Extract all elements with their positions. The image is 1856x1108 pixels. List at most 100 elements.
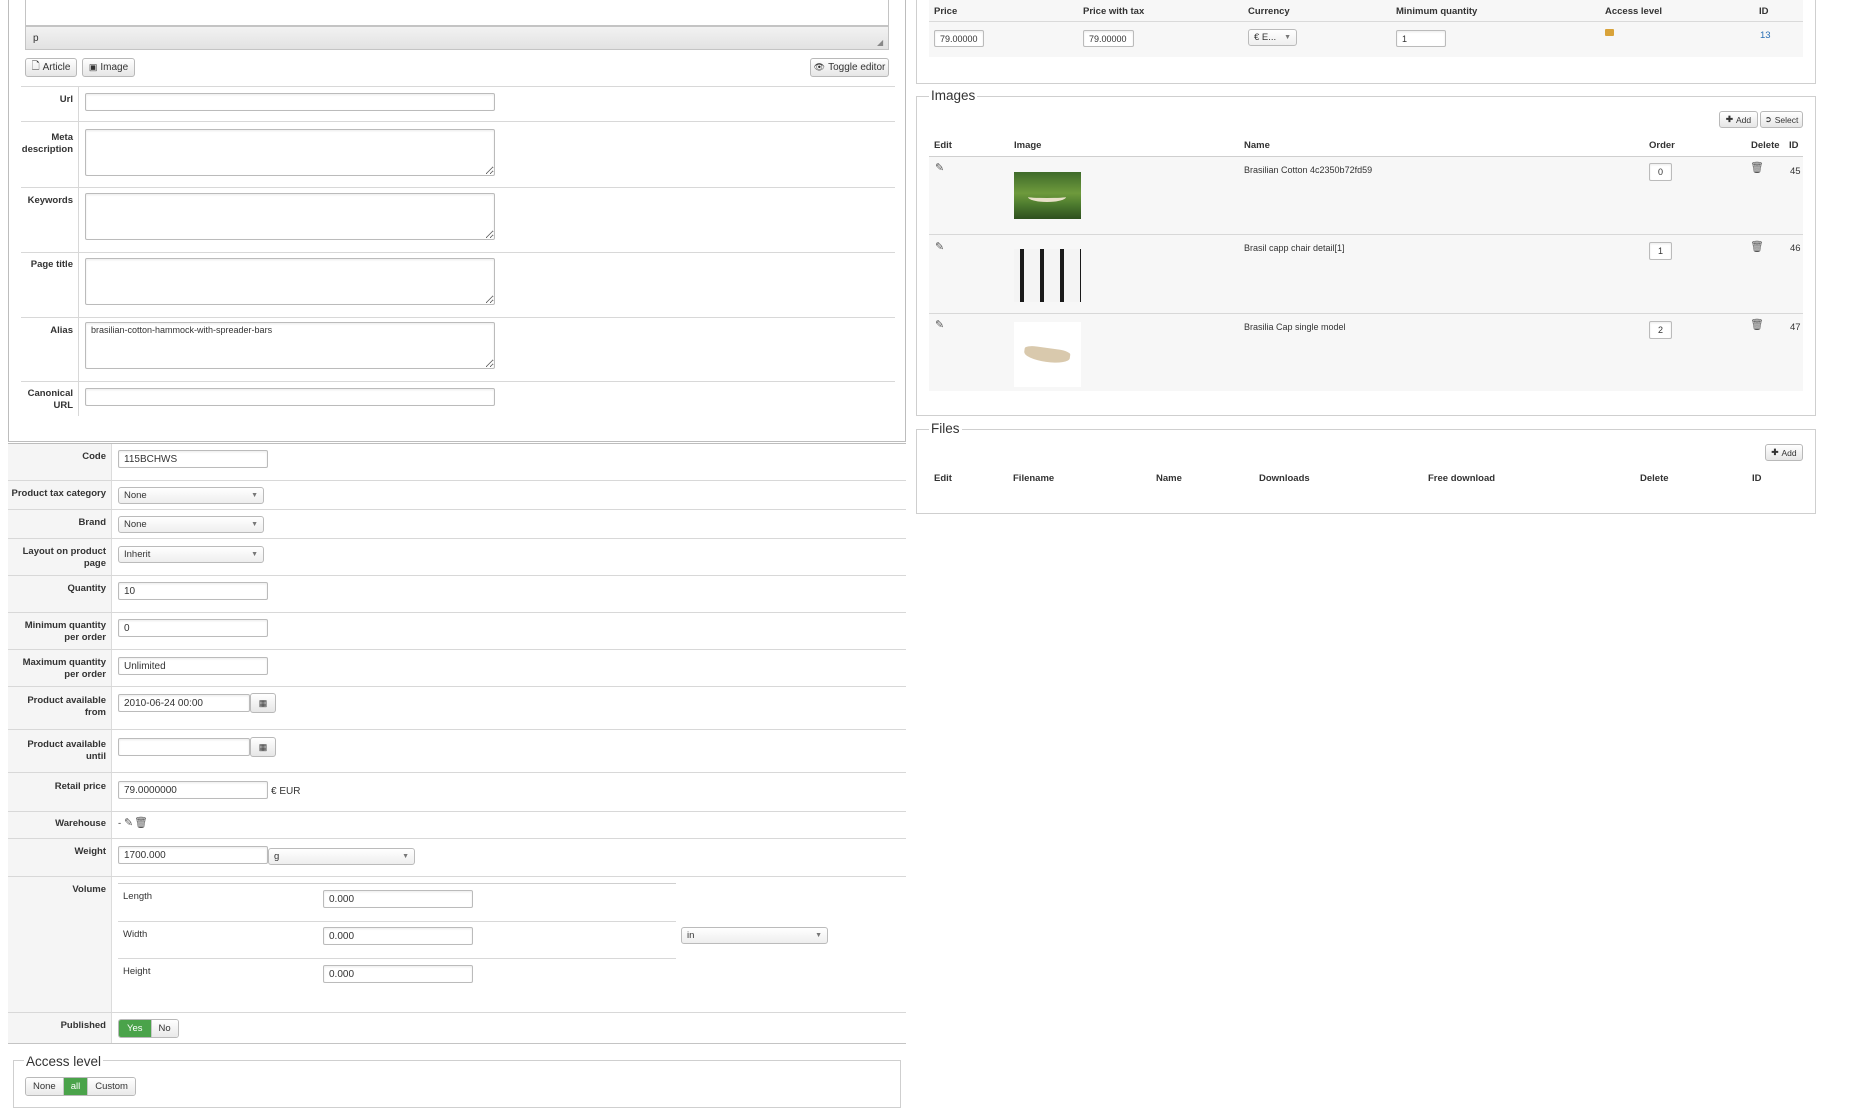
url-input[interactable] <box>85 93 495 111</box>
volume-unit-select[interactable]: in ▼ <box>681 927 828 944</box>
keywords-textarea[interactable] <box>85 193 495 240</box>
toggle-editor-button[interactable]: 👁 Toggle editor <box>810 58 889 77</box>
calendar-button[interactable]: ▦ <box>250 693 276 713</box>
quantity-label: Quantity <box>67 583 106 594</box>
image-name: Brasil capp chair detail[1] <box>1244 243 1345 253</box>
volume-table-top <box>118 883 676 884</box>
calendar-button[interactable]: ▦ <box>250 737 276 757</box>
weight-unit-select[interactable]: g ▼ <box>268 848 415 865</box>
layout-select[interactable]: Inherit ▼ <box>118 546 264 563</box>
thumbnail-hammock-park[interactable] <box>1014 172 1081 219</box>
length-input[interactable] <box>323 890 473 908</box>
editor-status-path: p <box>33 33 39 44</box>
access-level-fieldset <box>13 1060 901 1108</box>
image-button[interactable]: ▣ Image <box>82 58 135 77</box>
max-qty-input[interactable] <box>118 657 268 675</box>
pencil-icon[interactable]: ✎ <box>935 240 944 253</box>
files-header-edit: Edit <box>934 473 952 484</box>
min-qty-input[interactable] <box>118 619 268 637</box>
width-input[interactable] <box>323 927 473 945</box>
hammock-shape <box>1023 344 1071 366</box>
meta-description-textarea[interactable] <box>85 129 495 176</box>
images-header-image: Image <box>1014 140 1042 151</box>
pencil-icon[interactable]: ✎ <box>935 318 944 331</box>
available-from-label: Product available from <box>27 695 106 718</box>
calendar-icon: ▦ <box>258 741 268 752</box>
chevron-down-icon: ▼ <box>251 521 258 528</box>
height-input[interactable] <box>323 965 473 983</box>
published-no-button[interactable]: No <box>151 1020 178 1037</box>
chevron-down-icon: ▼ <box>1284 34 1291 41</box>
calendar-icon: ▦ <box>258 697 268 708</box>
pencil-icon[interactable]: ✎ <box>935 161 944 174</box>
prices-header-currency: Currency <box>1248 6 1290 17</box>
image-name: Brasilian Cotton 4c2350b72fd59 <box>1244 165 1373 175</box>
thumbnail-hammock-single[interactable] <box>1014 322 1081 387</box>
page-title-textarea[interactable] <box>85 258 495 305</box>
access-level-icon[interactable] <box>1605 29 1614 36</box>
tax-category-label: Product tax category <box>11 488 107 499</box>
meta-description-label: Meta description <box>21 132 73 155</box>
editor-area[interactable] <box>25 0 889 26</box>
tax-category-select[interactable]: None ▼ <box>118 487 264 504</box>
image-order-input[interactable] <box>1649 163 1672 181</box>
url-label: Url <box>59 94 73 105</box>
quantity-input[interactable] <box>118 582 268 600</box>
divider <box>21 317 895 318</box>
image-id: 47 <box>1790 322 1801 333</box>
alias-textarea[interactable] <box>85 322 495 369</box>
keywords-label: Keywords <box>27 195 73 206</box>
page-title-label: Page title <box>30 259 73 270</box>
trash-icon[interactable]: 🗑 <box>1750 161 1764 174</box>
access-level-legend: Access level <box>24 1054 104 1069</box>
access-none-button[interactable]: None <box>26 1078 64 1095</box>
divider <box>929 21 1803 22</box>
images-add-button[interactable]: ✚ Add <box>1719 111 1758 128</box>
trash-icon[interactable]: 🗑 <box>1750 240 1764 253</box>
divider <box>21 381 895 382</box>
divider <box>21 252 895 253</box>
prices-header-price: Price <box>934 6 958 17</box>
image-name: Brasilia Cap single model <box>1244 322 1346 332</box>
files-header-name: Name <box>1156 473 1182 484</box>
image-order-input[interactable] <box>1649 242 1672 260</box>
divider <box>8 575 906 576</box>
image-id: 45 <box>1790 166 1801 177</box>
canonical-url-input[interactable] <box>85 388 495 406</box>
pencil-icon[interactable]: ✎ <box>124 816 133 829</box>
retail-price-input[interactable] <box>118 781 268 799</box>
access-level-toggle[interactable]: None all Custom <box>25 1077 136 1096</box>
article-button[interactable]: 🗋 Article <box>25 58 77 77</box>
brand-select[interactable]: None ▼ <box>118 516 264 533</box>
retail-price-label: Retail price <box>54 781 106 792</box>
weight-input[interactable] <box>118 846 268 864</box>
trash-icon[interactable]: 🗑 <box>1750 318 1764 331</box>
editor-resize-handle[interactable]: ◢ <box>877 38 883 47</box>
published-toggle[interactable]: Yes No <box>118 1019 179 1038</box>
plus-icon: ✚ <box>1771 447 1779 457</box>
trash-icon[interactable]: 🗑 <box>134 816 148 829</box>
files-add-button[interactable]: ✚ Add <box>1765 444 1803 461</box>
price-with-tax-input[interactable] <box>1083 30 1134 47</box>
images-select-button[interactable]: ➲ Select <box>1760 111 1803 128</box>
available-from-input[interactable] <box>118 694 250 712</box>
access-all-button[interactable]: all <box>63 1078 89 1095</box>
access-custom-button[interactable]: Custom <box>88 1078 135 1095</box>
weight-label: Weight <box>74 846 107 857</box>
published-yes-button[interactable]: Yes <box>119 1020 152 1037</box>
divider <box>8 480 906 481</box>
code-label: Code <box>82 451 106 462</box>
prices-header-id: ID <box>1759 6 1769 17</box>
currency-select[interactable]: € E... ▼ <box>1248 29 1297 46</box>
images-header-id: ID <box>1789 140 1799 151</box>
divider <box>8 538 906 539</box>
price-input[interactable] <box>934 30 984 47</box>
available-until-input[interactable] <box>118 738 250 756</box>
chevron-down-icon: ▼ <box>251 551 258 558</box>
thumbnail-stripes[interactable] <box>1014 249 1081 302</box>
divider <box>8 1012 906 1013</box>
price-min-qty-input[interactable] <box>1396 30 1446 47</box>
image-order-input[interactable] <box>1649 321 1672 339</box>
images-header-delete: Delete <box>1751 140 1780 151</box>
code-input[interactable] <box>118 450 268 468</box>
